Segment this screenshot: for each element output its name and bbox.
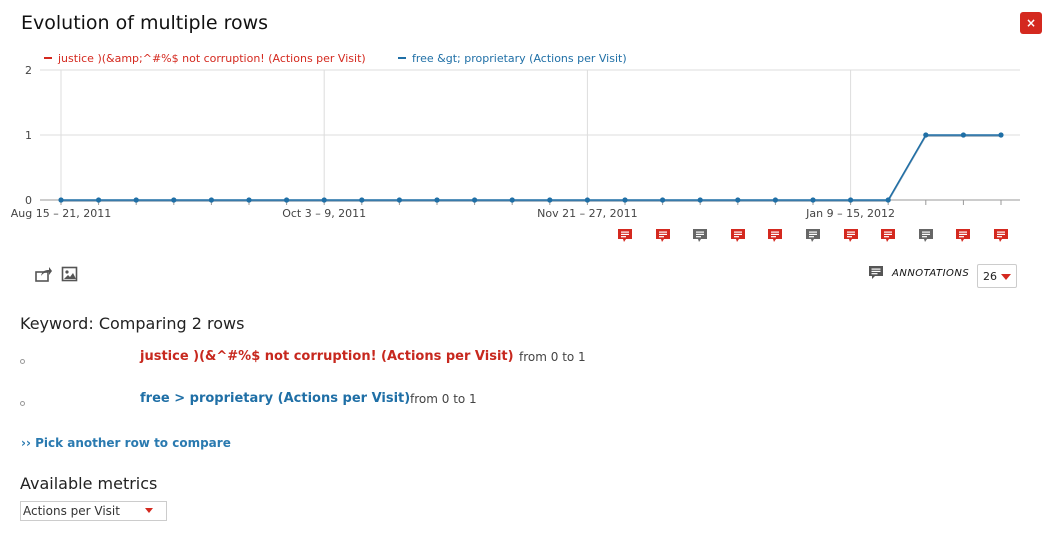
data-point — [321, 197, 327, 203]
legend-entry: free &gt; proprietary (Actions per Visit… — [412, 52, 627, 65]
chevron-down-icon — [145, 508, 153, 513]
annotation-marker-icon[interactable] — [993, 228, 1009, 244]
data-point — [810, 197, 816, 203]
data-point — [584, 197, 591, 203]
annotation-marker-icon[interactable] — [692, 228, 708, 244]
data-point — [509, 197, 515, 203]
y-tick-label: 1 — [25, 129, 32, 142]
y-tick-label: 2 — [25, 64, 32, 77]
bullet-icon — [20, 401, 25, 406]
annotation-marker-icon[interactable] — [918, 228, 934, 244]
chevron-down-icon — [1001, 274, 1011, 280]
data-point — [359, 197, 365, 203]
y-tick-label: 0 — [25, 194, 32, 207]
comment-icon[interactable] — [868, 265, 886, 283]
row-label[interactable]: free > proprietary (Actions per Visit) — [140, 391, 410, 406]
row-label[interactable]: justice )(&^#%$ not corruption! (Actions… — [140, 349, 514, 364]
data-point — [133, 197, 139, 203]
x-tick-label: Aug 15 – 21, 2011 — [11, 207, 111, 220]
periods-value: 26 — [983, 270, 997, 283]
data-point — [434, 197, 440, 203]
metric-select[interactable]: Actions per Visit — [20, 501, 167, 521]
bullet-icon — [20, 359, 25, 364]
annotation-marker-icon[interactable] — [730, 228, 746, 244]
legend-entry: justice )(&amp;^#%$ not corruption! (Act… — [57, 52, 366, 65]
close-button[interactable]: × — [1020, 12, 1042, 34]
comparison-heading: Keyword: Comparing 2 rows — [20, 314, 245, 333]
data-point — [171, 197, 177, 203]
data-point — [96, 197, 102, 203]
data-point — [848, 197, 854, 203]
pick-another-row-link[interactable]: ›› Pick another row to compare — [21, 436, 231, 450]
data-point — [735, 197, 741, 203]
metrics-heading: Available metrics — [20, 474, 158, 493]
data-point — [396, 197, 402, 203]
series-line — [61, 135, 1001, 202]
row-range: from 0 to 1 — [519, 350, 586, 364]
data-point — [58, 197, 64, 203]
data-point — [923, 132, 929, 138]
data-point — [547, 197, 553, 203]
image-icon[interactable] — [61, 265, 79, 283]
annotation-marker-icon[interactable] — [880, 228, 896, 244]
row-range: from 0 to 1 — [410, 392, 477, 406]
data-point — [697, 197, 703, 203]
data-point — [885, 197, 891, 203]
data-point — [208, 197, 214, 203]
evolution-chart: 0 1 2 Aug 15 – 21, 2011 Oct 3 – 9, 2011 Nov 2… — [11, 52, 1020, 220]
x-tick-label: Nov 21 – 27, 2011 — [537, 207, 637, 220]
annotation-marker-icon[interactable] — [843, 228, 859, 244]
data-point — [284, 197, 290, 203]
periods-select[interactable]: 26 — [977, 264, 1017, 288]
dialog-title: Evolution of multiple rows — [21, 12, 269, 34]
annotation-marker-icon[interactable] — [805, 228, 821, 244]
metric-select-value: Actions per Visit — [23, 504, 120, 518]
annotation-marker-icon[interactable] — [955, 228, 971, 244]
data-point — [660, 197, 666, 203]
annotations-label[interactable]: ANNOTATIONS — [892, 268, 969, 279]
x-tick-label: Oct 3 – 9, 2011 — [282, 207, 366, 220]
data-point — [472, 197, 478, 203]
data-point — [998, 132, 1004, 138]
data-point — [246, 197, 252, 203]
data-point — [960, 132, 967, 138]
series-line — [61, 134, 1001, 201]
annotation-marker-icon[interactable] — [767, 228, 783, 244]
annotation-marker-icon[interactable] — [655, 228, 671, 244]
x-tick-label: Jan 9 – 15, 2012 — [805, 207, 895, 220]
annotation-marker-icon[interactable] — [617, 228, 633, 244]
share-icon[interactable] — [35, 265, 53, 283]
data-point — [772, 197, 779, 203]
data-point — [622, 197, 628, 203]
